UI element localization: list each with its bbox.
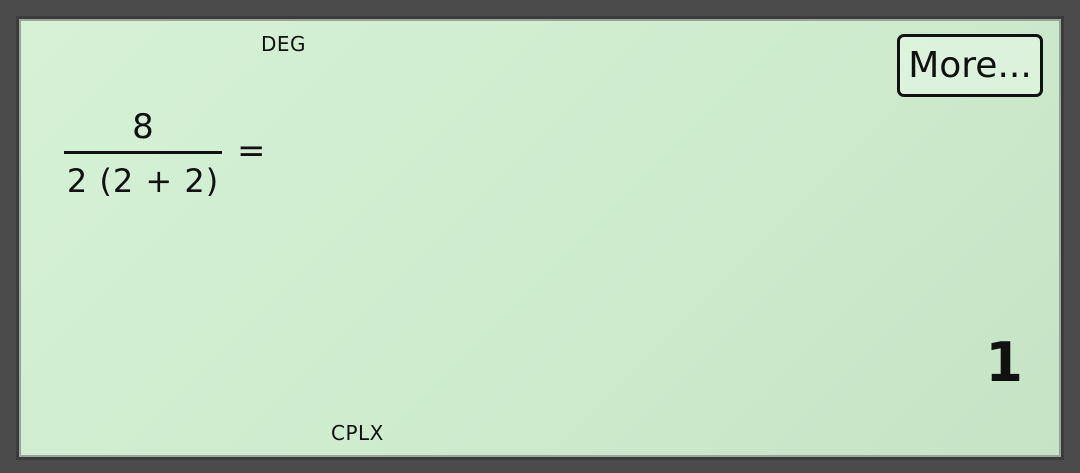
more-button[interactable]: More... bbox=[897, 34, 1043, 97]
calculator-frame: DEG More... 8 2 (2 + 2) = 1 CPLX bbox=[0, 0, 1080, 473]
display-screen: DEG More... 8 2 (2 + 2) = 1 CPLX bbox=[19, 19, 1061, 457]
equals-sign: = bbox=[237, 130, 266, 171]
fraction: 8 2 (2 + 2) bbox=[63, 107, 223, 202]
angle-mode-indicator: DEG bbox=[261, 32, 307, 56]
expression: 8 2 (2 + 2) = bbox=[63, 107, 266, 202]
fraction-bar bbox=[64, 151, 222, 154]
result-value: 1 bbox=[985, 331, 1023, 394]
fraction-numerator: 8 bbox=[132, 107, 154, 147]
fraction-denominator: 2 (2 + 2) bbox=[66, 162, 220, 200]
complex-mode-indicator: CPLX bbox=[331, 421, 384, 445]
